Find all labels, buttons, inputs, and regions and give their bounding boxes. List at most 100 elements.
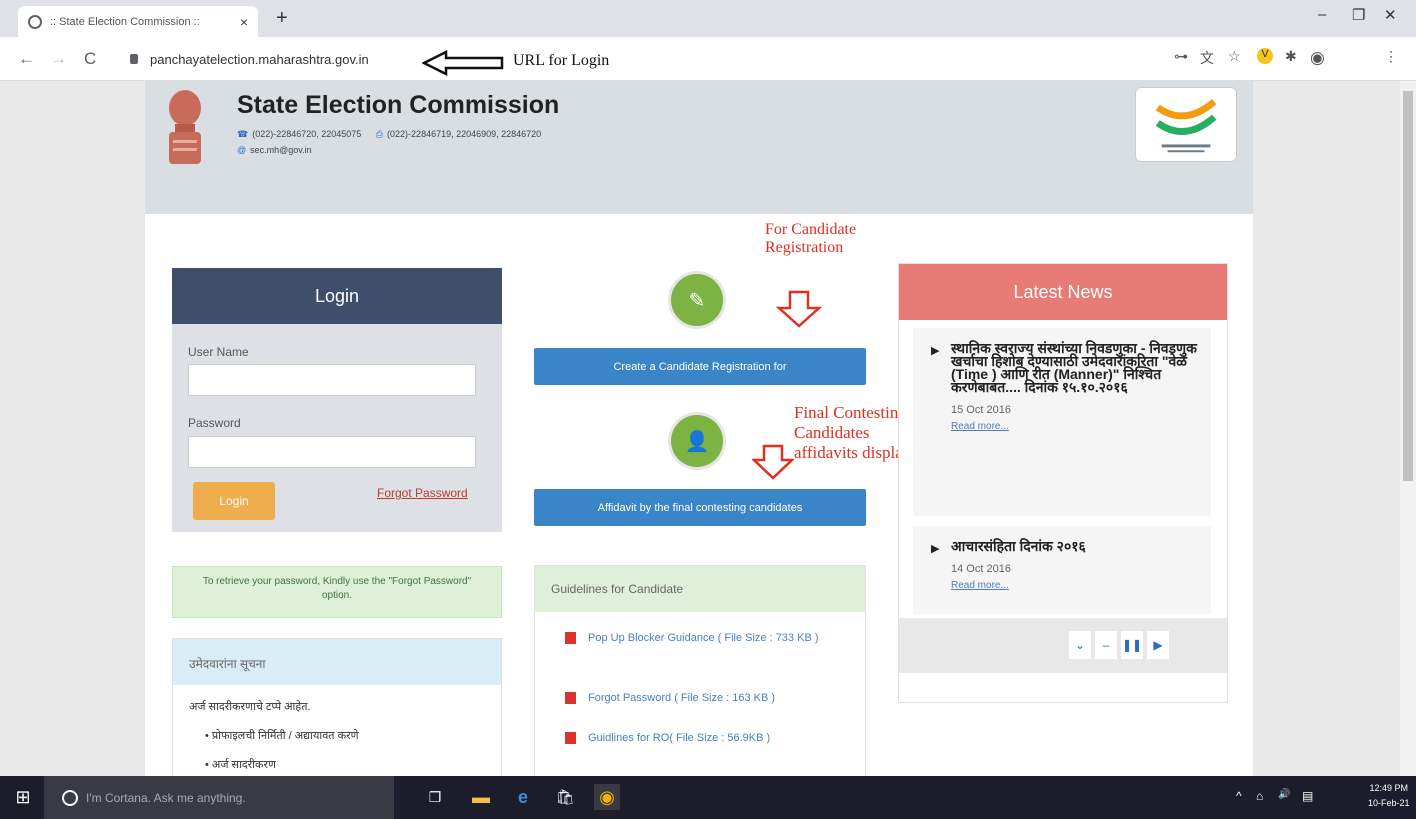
puzzle-icon[interactable]: ✱	[1285, 48, 1297, 65]
edge-icon[interactable]: e	[510, 784, 536, 810]
guideline-link[interactable]: Guidlines for RO( File Size : 56.9KB )	[565, 728, 865, 748]
extension-v-icon[interactable]: V	[1257, 48, 1273, 64]
create-candidate-registration-button[interactable]: Create a Candidate Registration for	[534, 348, 866, 385]
reload-button[interactable]: C	[84, 49, 96, 69]
news-controls: ⌄ – ❚❚ ▶	[899, 618, 1227, 673]
browser-tab[interactable]: :: State Election Commission :: ×	[18, 6, 258, 37]
forgot-password-link[interactable]: Forgot Password	[377, 486, 468, 500]
person-icon: 👤	[671, 415, 723, 467]
notice-list-item: • अर्ज सादरीकरण	[173, 757, 501, 772]
email-contact: @ sec.mh@gov.in	[237, 145, 312, 155]
clock-time: 12:49 PM	[1369, 783, 1409, 793]
bullet-icon: •	[205, 759, 209, 771]
latest-news-panel: Latest News ▶ स्थानिक स्वराज्य संस्थांच्…	[898, 263, 1228, 703]
guideline-link[interactable]: Pop Up Blocker Guidance ( File Size : 73…	[565, 628, 865, 648]
lock-icon	[130, 54, 138, 64]
arrow-down-annotation-icon	[776, 290, 822, 328]
system-clock[interactable]: 12:49 PM 10-Feb-21	[1368, 781, 1410, 811]
guideline-link-text: Forgot Password ( File Size : 163 KB )	[588, 692, 776, 704]
login-button[interactable]: Login	[193, 482, 275, 520]
chevron-down-button[interactable]: ⌄	[1069, 631, 1091, 659]
guidelines-heading: Guidelines for Candidate	[535, 566, 865, 612]
annotation-candidate-registration: For Candidate Registration	[765, 221, 857, 256]
username-input[interactable]	[188, 364, 476, 396]
site-title: State Election Commission	[237, 91, 560, 119]
forward-button[interactable]: →	[50, 49, 67, 69]
file-explorer-icon[interactable]: ▬	[468, 784, 494, 810]
pencil-icon: ✎	[671, 274, 723, 326]
web-page: State Election Commission ☎ (022)-2284672…	[0, 81, 1416, 776]
url-field[interactable]: panchayatelection.maharashtra.gov.in	[115, 46, 1160, 72]
fax-icon: ⎙	[375, 129, 384, 139]
phone-icon: ☎	[237, 129, 249, 139]
new-tab-button[interactable]: +	[276, 7, 288, 30]
pause-button[interactable]: ❚❚	[1121, 631, 1143, 659]
tab-title: :: State Election Commission ::	[50, 15, 200, 28]
sound-icon[interactable]: 🔊	[1278, 789, 1290, 800]
play-button[interactable]: ▶	[1147, 631, 1169, 659]
translate-icon[interactable]: 文	[1200, 48, 1214, 68]
pdf-icon	[565, 692, 576, 705]
guidelines-panel: Guidelines for Candidate Pop Up Blocker …	[534, 565, 866, 776]
email-address: sec.mh@gov.in	[250, 145, 312, 155]
page-scrollbar[interactable]	[1400, 81, 1416, 776]
url-text: panchayatelection.maharashtra.gov.in	[150, 51, 369, 67]
address-bar: ← → C panchayatelection.maharashtra.gov.…	[0, 37, 1416, 81]
key-icon[interactable]: ⊶	[1174, 48, 1188, 65]
emblem-icon	[169, 90, 201, 164]
arrow-down-annotation-icon	[752, 444, 794, 480]
bullet-icon: •	[205, 730, 209, 742]
globe-icon	[28, 14, 42, 29]
news-title[interactable]: आचारसंहिता दिनांक २०१६	[951, 539, 1197, 553]
fax-number: (022)-22846719, 22046909, 22846720	[387, 129, 542, 139]
arrow-left-annotation-icon	[422, 50, 504, 76]
annotation-url-login: URL for Login	[513, 52, 610, 69]
news-item: ▶ स्थानिक स्वराज्य संस्थांच्या निवडणुका …	[913, 328, 1211, 516]
tray-caret-icon[interactable]: ^	[1236, 789, 1242, 803]
guideline-link[interactable]: Forgot Password ( File Size : 163 KB )	[565, 688, 865, 708]
notice-heading: उमेदवारांना सूचना	[173, 639, 501, 685]
windows-start-icon[interactable]: ⊞	[10, 784, 36, 810]
password-input[interactable]	[188, 436, 476, 468]
candidate-notice-panel: उमेदवारांना सूचना अर्ज सादरीकरणाचे टप्पे…	[172, 638, 502, 776]
read-more-link[interactable]: Read more...	[951, 580, 1197, 591]
cortana-icon	[62, 790, 78, 806]
pdf-icon	[565, 632, 576, 645]
scrollbar-thumb[interactable]	[1403, 91, 1413, 481]
news-heading: Latest News	[899, 264, 1227, 320]
affidavit-button[interactable]: Affidavit by the final contesting candid…	[534, 489, 866, 526]
news-item: ▶ आचारसंहिता दिनांक २०१६ 14 Oct 2016 Rea…	[913, 526, 1211, 614]
cortana-search-box[interactable]: I'm Cortana. Ask me anything.	[44, 776, 394, 819]
news-title[interactable]: स्थानिक स्वराज्य संस्थांच्या निवडणुका - …	[951, 341, 1197, 394]
cortana-placeholder: I'm Cortana. Ask me anything.	[86, 790, 246, 805]
commission-logo	[1135, 87, 1237, 162]
profile-icon[interactable]: ◉	[1310, 48, 1325, 68]
notice-text: अर्ज सादरीकरणाचे टप्पे आहेत.	[189, 701, 311, 713]
minimize-button[interactable]: –	[1318, 6, 1326, 23]
news-date: 15 Oct 2016	[951, 404, 1011, 416]
collapse-button[interactable]: –	[1095, 631, 1117, 659]
back-button[interactable]: ←	[18, 49, 35, 69]
store-icon[interactable]: 🛍	[552, 784, 578, 810]
pdf-icon	[565, 732, 576, 745]
bullet-icon: ▶	[931, 345, 940, 357]
login-heading: Login	[172, 268, 502, 324]
close-window-button[interactable]: ✕	[1384, 6, 1397, 24]
retrieve-password-note: To retrieve your password, Kindly use th…	[172, 566, 502, 618]
chrome-icon[interactable]: ◉	[594, 784, 620, 810]
news-date: 14 Oct 2016	[951, 563, 1011, 575]
browser-tab-bar: :: State Election Commission :: × + – ❐ …	[0, 0, 1416, 37]
read-more-link[interactable]: Read more...	[951, 421, 1197, 432]
network-icon[interactable]: ⌂	[1256, 789, 1263, 803]
task-view-icon[interactable]: ❐	[422, 784, 448, 810]
annotation-final-contesting: Final Contesting Candidates affidavits d…	[794, 403, 912, 462]
guideline-link-text: Pop Up Blocker Guidance ( File Size : 73…	[588, 632, 819, 644]
star-icon[interactable]: ☆	[1228, 48, 1241, 65]
windows-taskbar: ⊞ I'm Cortana. Ask me anything. ❐ ▬ e 🛍 …	[0, 776, 1416, 819]
notification-icon[interactable]: ▤	[1302, 789, 1313, 803]
menu-icon[interactable]: ⋮	[1384, 48, 1398, 65]
bullet-icon: ▶	[931, 543, 940, 555]
clock-date: 10-Feb-21	[1368, 798, 1410, 808]
tab-close-button[interactable]: ×	[240, 14, 248, 30]
restore-button[interactable]: ❐	[1352, 6, 1365, 24]
